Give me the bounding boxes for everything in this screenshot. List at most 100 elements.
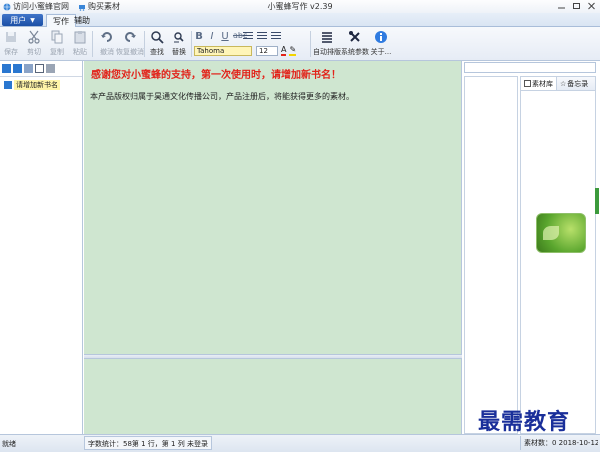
- color-icons: A ✎: [281, 45, 297, 56]
- user-menu-button[interactable]: 用户 ▼: [2, 14, 43, 26]
- star-icon: ☆: [560, 79, 567, 88]
- undo-label: 撤消: [100, 48, 114, 56]
- redo-label: 恢复撤消: [116, 48, 144, 56]
- auto-format-label: 自动排版: [313, 48, 341, 56]
- tree-item-label: 请增加新书名: [14, 80, 60, 90]
- tab-memo-label: 备忘录: [567, 79, 589, 88]
- globe-icon: [3, 3, 11, 10]
- save-button[interactable]: 保存: [0, 30, 22, 57]
- scissors-icon: [28, 30, 40, 44]
- info-icon: [375, 31, 387, 43]
- menu-tab-row: 用户 ▼ 写作 辅助: [0, 13, 600, 27]
- cart-icon: [79, 4, 85, 11]
- about-label: 关于...: [370, 48, 392, 56]
- align-left-icon[interactable]: [243, 32, 253, 41]
- copy-icon: [51, 30, 63, 44]
- buy-material-link[interactable]: 购买素材: [78, 1, 120, 12]
- replace-icon: [174, 32, 184, 43]
- chevron-down-icon: ▼: [30, 16, 35, 24]
- redo-button[interactable]: 恢复撤消: [116, 30, 144, 57]
- find-label: 查找: [150, 48, 164, 56]
- add-chapter-icon[interactable]: [24, 64, 33, 73]
- paste-icon: [74, 31, 86, 44]
- title-bar: 访问小蜜蜂官网 购买素材 小蜜蜂写作 v2.39: [0, 0, 600, 13]
- visit-site-link[interactable]: 访问小蜜蜂官网: [3, 1, 69, 12]
- align-icons: [243, 32, 281, 41]
- status-bar: 就绪 字数统计：58第 1 行，第 1 列 未登录 素材数：0 2018-10-…: [0, 434, 600, 452]
- italic-icon[interactable]: I: [207, 31, 217, 42]
- tab-memo[interactable]: ☆ 备忘录: [557, 77, 591, 90]
- secondary-editor[interactable]: [84, 359, 462, 434]
- replace-label: 替换: [172, 48, 186, 56]
- redo-icon: [125, 32, 136, 42]
- tab-material-library[interactable]: 素材库: [521, 77, 557, 90]
- font-size-select[interactable]: 12: [256, 46, 278, 56]
- visit-site-label: 访问小蜜蜂官网: [13, 2, 69, 11]
- folder-icon[interactable]: [13, 64, 22, 73]
- tab-assist-label: 辅助: [74, 16, 90, 25]
- undo-button[interactable]: 撤消: [96, 30, 118, 57]
- maximize-icon[interactable]: [572, 2, 581, 10]
- buy-material-label: 购买素材: [88, 2, 120, 11]
- replace-button[interactable]: 替换: [168, 30, 190, 57]
- magnifier-icon: [151, 31, 164, 44]
- auto-format-icon: [322, 32, 332, 43]
- toolbar-separator: [310, 31, 311, 57]
- trash-icon[interactable]: [46, 64, 55, 73]
- status-word-count: 字数统计：58第 1 行，第 1 列 未登录: [84, 436, 212, 450]
- main-editor[interactable]: 感谢您对小蜜蜂的支持，第一次使用时，请增加新书名！ 本产品版权归属于昊通文化传播…: [84, 61, 462, 354]
- underline-icon[interactable]: U: [220, 31, 230, 42]
- paste-label: 粘贴: [73, 48, 87, 56]
- tree-toolbar: [0, 61, 82, 77]
- close-icon[interactable]: [587, 2, 596, 10]
- format-icons: B I U abc: [194, 31, 247, 42]
- undo-icon: [101, 32, 112, 42]
- welcome-message: 感谢您对小蜜蜂的支持，第一次使用时，请增加新书名！: [91, 70, 341, 81]
- user-menu-label: 用户: [10, 15, 27, 25]
- tools-icon: [349, 31, 360, 42]
- toolbar-separator: [92, 31, 93, 57]
- cut-button[interactable]: 剪切: [23, 30, 45, 57]
- tree-item-new-book[interactable]: 请增加新书名: [4, 80, 82, 90]
- tab-write-label: 写作: [53, 16, 69, 26]
- material-category-list[interactable]: [464, 76, 518, 434]
- material-search-input[interactable]: [464, 62, 596, 73]
- save-icon: [6, 32, 16, 42]
- list-icon[interactable]: [35, 64, 44, 73]
- auto-format-button[interactable]: 自动排版: [313, 30, 341, 57]
- library-icon: [524, 80, 531, 87]
- highlight-color-icon[interactable]: ✎: [289, 45, 297, 56]
- material-tabs: 素材库 ☆ 备忘录: [521, 77, 595, 91]
- tab-assist[interactable]: 辅助: [68, 14, 96, 27]
- align-right-icon[interactable]: [271, 32, 281, 41]
- minimize-icon[interactable]: [557, 2, 566, 10]
- settings-button[interactable]: 系统参数: [341, 30, 369, 57]
- paste-button[interactable]: 粘贴: [69, 30, 91, 57]
- bold-icon[interactable]: B: [194, 31, 204, 42]
- book-icon: [4, 81, 12, 89]
- copy-button[interactable]: 复制: [46, 30, 68, 57]
- settings-label: 系统参数: [341, 48, 369, 56]
- ribbon-toolbar: 保存 剪切 复制 粘贴 撤消 恢复撤消 查找 替换 B I U abc Taho…: [0, 27, 600, 61]
- tab-material-label: 素材库: [532, 79, 553, 88]
- side-accent: [595, 188, 599, 214]
- find-button[interactable]: 查找: [146, 30, 168, 57]
- status-time: 素材数：0 2018-10-12 11:16:10: [520, 436, 598, 450]
- leaf-widget-image: [536, 213, 586, 253]
- save-label: 保存: [4, 48, 18, 56]
- font-color-icon[interactable]: A: [281, 45, 287, 56]
- about-button[interactable]: 关于...: [370, 30, 392, 57]
- copyright-notice: 本产品版权归属于昊通文化传播公司，产品注册后，将能获得更多的素材。: [90, 92, 354, 101]
- window-controls: [557, 2, 596, 10]
- strikethrough-icon[interactable]: abc: [233, 31, 247, 42]
- align-center-icon[interactable]: [257, 32, 267, 41]
- book-icon[interactable]: [2, 64, 11, 73]
- watermark-logo: 最需教育: [478, 409, 571, 435]
- book-tree-panel: 请增加新书名: [0, 61, 83, 434]
- material-panel: 素材库 ☆ 备忘录: [520, 76, 596, 434]
- copy-label: 复制: [50, 48, 64, 56]
- cut-label: 剪切: [27, 48, 41, 56]
- app-window: 访问小蜜蜂官网 购买素材 小蜜蜂写作 v2.39 用户 ▼ 写作 辅助 保存 剪…: [0, 0, 600, 452]
- toolbar-separator: [191, 31, 192, 57]
- font-name-select[interactable]: Tahoma: [194, 46, 252, 56]
